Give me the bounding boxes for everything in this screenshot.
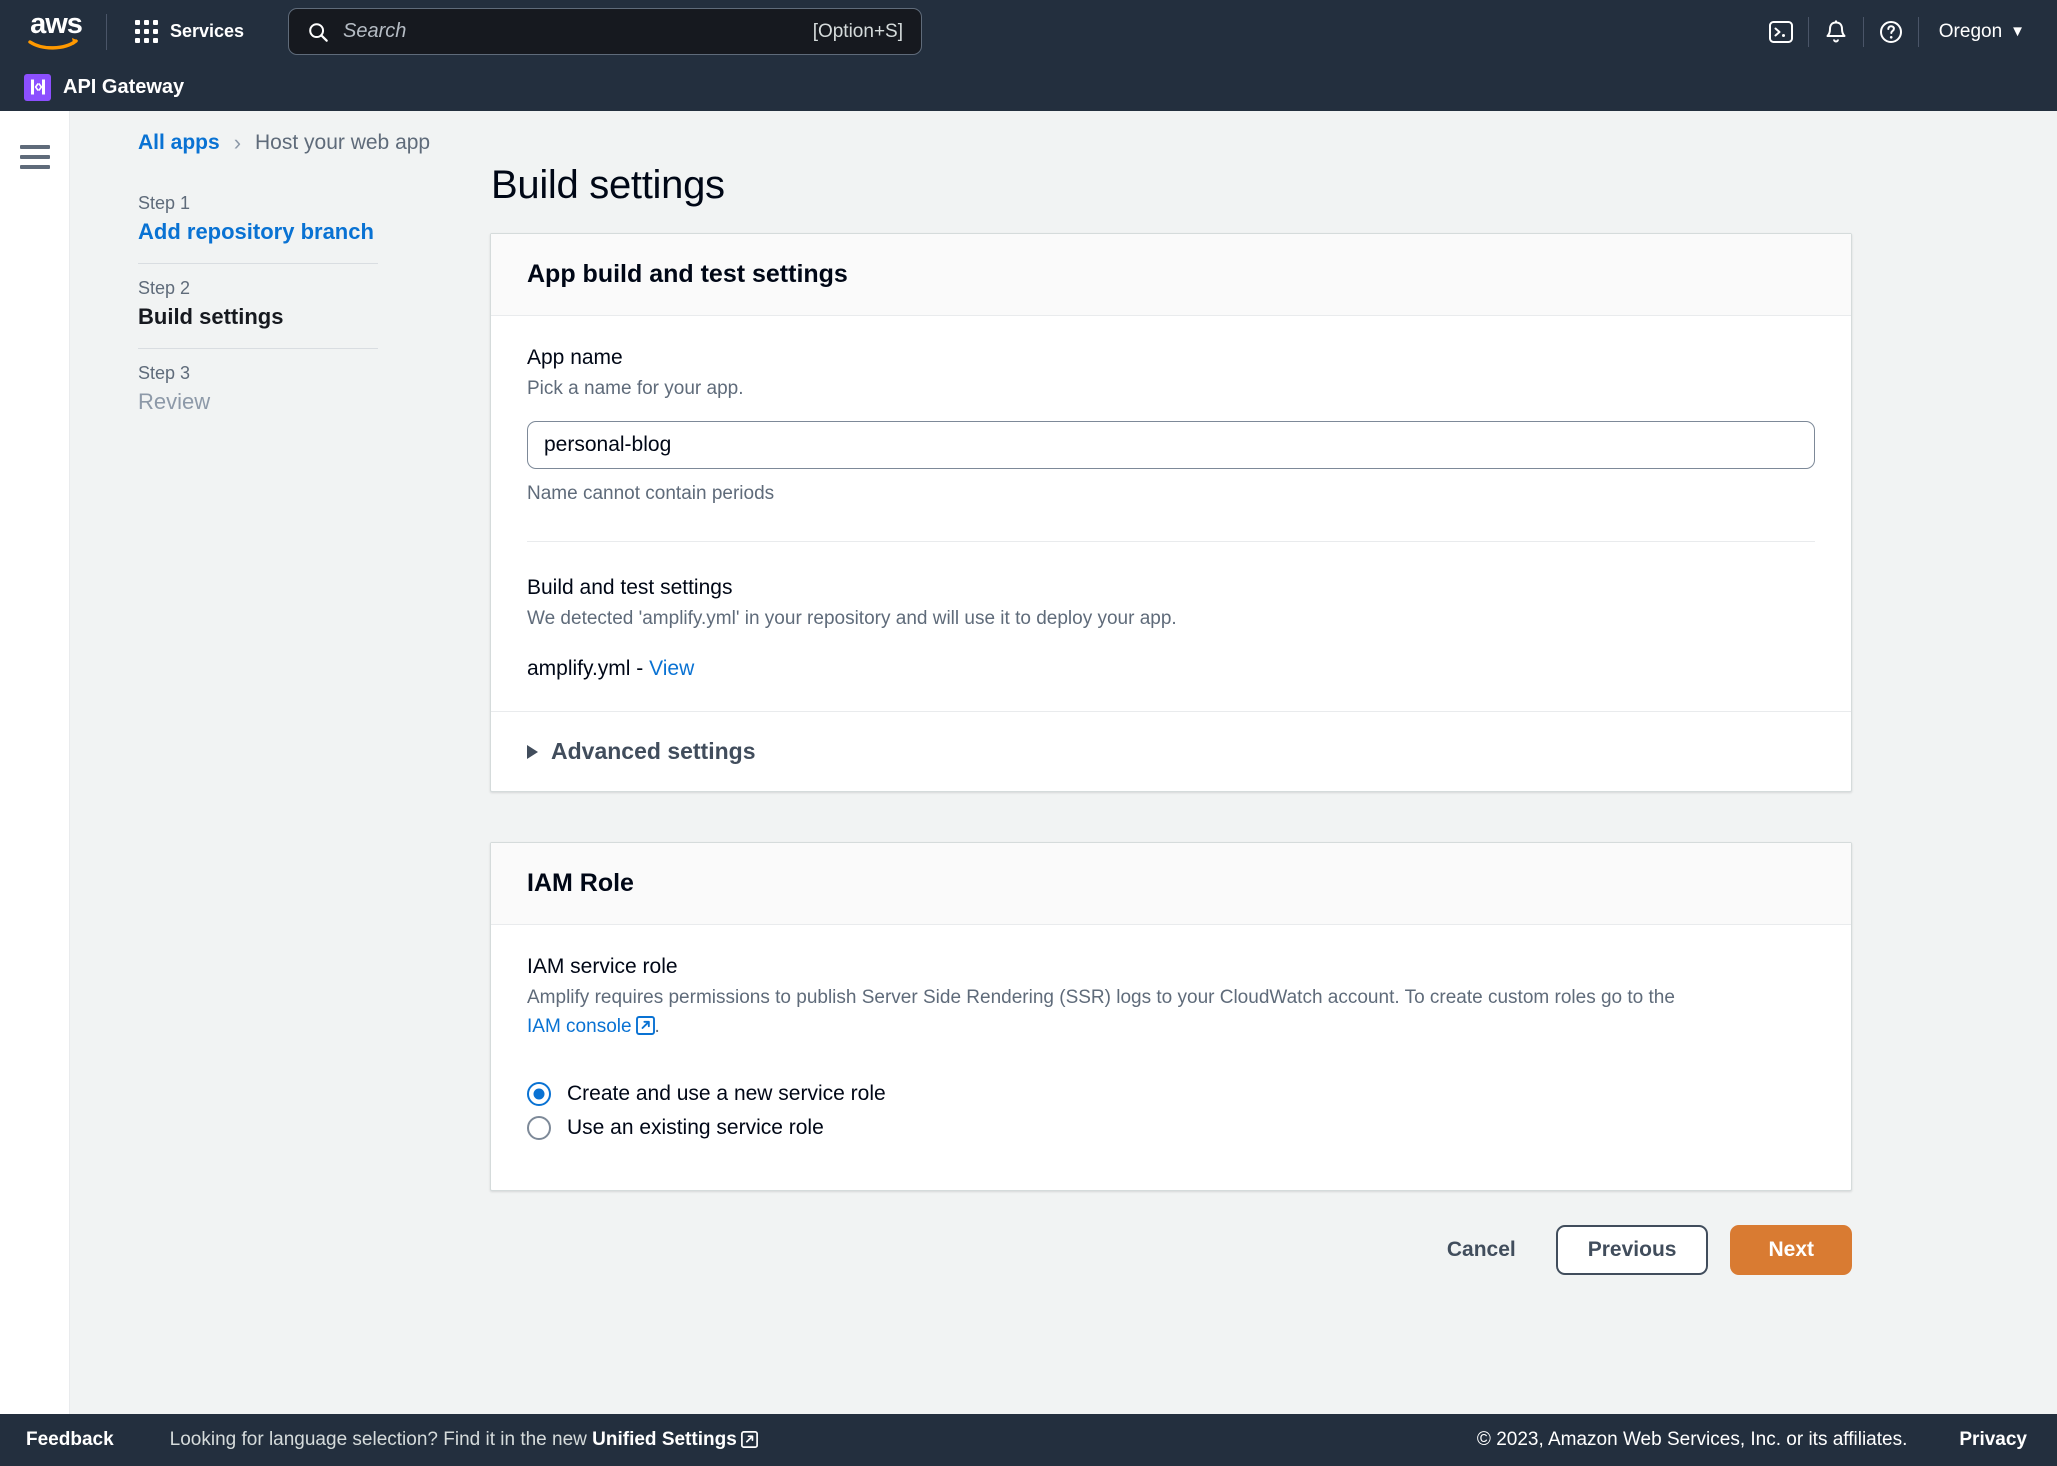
previous-button[interactable]: Previous (1555, 1225, 1709, 1275)
global-search-bar[interactable]: Search [Option+S] (288, 8, 922, 55)
services-label: Services (170, 21, 245, 41)
radio-create-new-label: Create and use a new service role (567, 1082, 886, 1105)
region-selector-button[interactable]: Oregon ▼ (1919, 21, 2039, 43)
build-card-body: App name Pick a name for your app. Name … (491, 316, 1851, 711)
radio-unselected-icon[interactable] (527, 1116, 551, 1140)
iam-card-header: IAM Role (491, 843, 1851, 925)
search-placeholder: Search (343, 20, 407, 42)
section-divider (527, 540, 1815, 542)
step-1-label: Step 1 (138, 193, 191, 213)
build-and-test-description: We detected 'amplify.yml' in your reposi… (527, 607, 1177, 629)
language-settings-prompt[interactable]: Looking for language selection? Find it … (170, 1429, 758, 1451)
notifications-bell-icon[interactable] (1809, 0, 1863, 63)
app-build-and-test-settings-card: App build and test settings App name Pic… (490, 233, 1852, 792)
breadcrumb-separator-icon: › (233, 130, 242, 155)
amplify-yml-row: amplify.yml - View (527, 657, 1815, 681)
advanced-settings-footer: Advanced settings (491, 711, 1851, 791)
top-nav-right-cluster: Oregon ▼ (1754, 0, 2039, 63)
hamburger-menu-icon[interactable] (20, 145, 50, 169)
app-name-description: Pick a name for your app. (527, 378, 744, 399)
step-3-title: Review (138, 389, 211, 414)
iam-card-title: IAM Role (527, 869, 634, 897)
footer-left-cluster: Feedback Looking for language selection?… (0, 1429, 758, 1451)
chevron-down-icon: ▼ (2010, 23, 2025, 40)
service-header-bar: API Gateway (0, 63, 2057, 111)
wizard-step-navigation: Step 1 Add repository branch Step 2 Buil… (138, 179, 378, 433)
search-shortcut-hint: [Option+S] (812, 20, 903, 42)
radio-selected-icon[interactable] (527, 1082, 551, 1106)
amplify-yml-view-link[interactable]: View (649, 657, 694, 680)
radio-use-existing-label: Use an existing service role (567, 1116, 824, 1139)
wizard-step-2[interactable]: Step 2 Build settings (138, 263, 378, 348)
step-2-label: Step 2 (138, 278, 191, 298)
left-navigation-rail (0, 111, 70, 1466)
step-2-title: Build settings (138, 304, 284, 329)
app-name-constraint-text: Name cannot contain periods (527, 482, 775, 504)
amplify-yml-filename: amplify.yml - (527, 657, 644, 680)
cloudshell-icon[interactable] (1754, 0, 1808, 63)
advanced-settings-expander[interactable]: Advanced settings (527, 738, 1815, 765)
copyright-text: © 2023, Amazon Web Services, Inc. or its… (1476, 1429, 1908, 1450)
iam-console-link[interactable]: IAM console (527, 1016, 655, 1037)
radio-use-existing-service-role[interactable]: Use an existing service role (527, 1111, 1815, 1145)
help-question-icon[interactable] (1864, 0, 1918, 63)
page-title: Build settings (491, 163, 725, 207)
app-name-label: App name (527, 346, 623, 369)
top-navigation-bar: aws Services Search [Option+S] Oregon ▼ (0, 0, 2057, 63)
iam-description-text: Amplify requires permissions to publish … (527, 987, 1675, 1008)
breadcrumb: All apps › Host your web app (138, 130, 430, 156)
iam-service-role-label: IAM service role (527, 955, 678, 978)
feedback-link[interactable]: Feedback (26, 1429, 114, 1451)
breadcrumb-current: Host your web app (255, 131, 431, 154)
aws-logo-text: aws (30, 7, 83, 40)
app-name-field-group: App name Pick a name for your app. Name … (527, 346, 1815, 505)
build-and-test-settings-group: Build and test settings We detected 'amp… (527, 576, 1815, 682)
privacy-link[interactable]: Privacy (1959, 1429, 2027, 1451)
api-gateway-service-icon (24, 73, 51, 101)
app-root: aws Services Search [Option+S] Oregon ▼ … (0, 0, 2057, 1466)
radio-create-new-service-role[interactable]: Create and use a new service role (527, 1077, 1815, 1111)
step-3-label: Step 3 (138, 363, 191, 383)
app-name-input[interactable] (527, 420, 1815, 469)
nav-divider (106, 13, 107, 50)
iam-role-radio-group: Create and use a new service role Use an… (527, 1077, 1815, 1145)
breadcrumb-all-apps[interactable]: All apps (138, 131, 220, 155)
service-name-label[interactable]: API Gateway (63, 76, 184, 99)
advanced-settings-label: Advanced settings (551, 738, 756, 764)
external-link-icon (740, 1431, 758, 1448)
region-label: Oregon (1938, 20, 2003, 42)
wizard-step-3[interactable]: Step 3 Review (138, 348, 378, 433)
wizard-action-bar: Cancel Previous Next (490, 1225, 1852, 1303)
content-area: All apps › Host your web app Step 1 Add … (70, 111, 2057, 1466)
wizard-step-1[interactable]: Step 1 Add repository branch (138, 179, 378, 263)
build-and-test-label: Build and test settings (527, 575, 733, 599)
iam-card-body: IAM service role Amplify requires permis… (491, 925, 1851, 1190)
services-menu-button[interactable]: Services (125, 14, 254, 49)
external-link-icon (635, 1015, 655, 1035)
footer-right-cluster: © 2023, Amazon Web Services, Inc. or its… (1477, 1429, 2057, 1451)
iam-role-card: IAM Role IAM service role Amplify requir… (490, 842, 1852, 1191)
caret-right-icon (527, 744, 538, 759)
language-prompt-text: Looking for language selection? Find it … (169, 1429, 593, 1450)
page-footer: Feedback Looking for language selection?… (0, 1414, 2057, 1466)
iam-description-suffix: . (654, 1015, 660, 1037)
search-icon (309, 22, 328, 42)
build-card-title: App build and test settings (527, 260, 848, 288)
iam-service-role-description: Amplify requires permissions to publish … (527, 984, 1707, 1041)
iam-console-link-text: IAM console (527, 1015, 632, 1037)
main-column: Build settings App build and test settin… (490, 111, 1852, 1303)
unified-settings-link[interactable]: Unified Settings (592, 1429, 737, 1450)
build-card-header: App build and test settings (491, 234, 1851, 316)
next-button[interactable]: Next (1730, 1225, 1852, 1275)
aws-logo[interactable]: aws (24, 7, 88, 52)
cancel-button[interactable]: Cancel (1429, 1227, 1534, 1273)
aws-logo-smile-icon (28, 37, 78, 50)
grid-apps-icon (135, 20, 158, 43)
step-1-title[interactable]: Add repository branch (138, 219, 378, 245)
